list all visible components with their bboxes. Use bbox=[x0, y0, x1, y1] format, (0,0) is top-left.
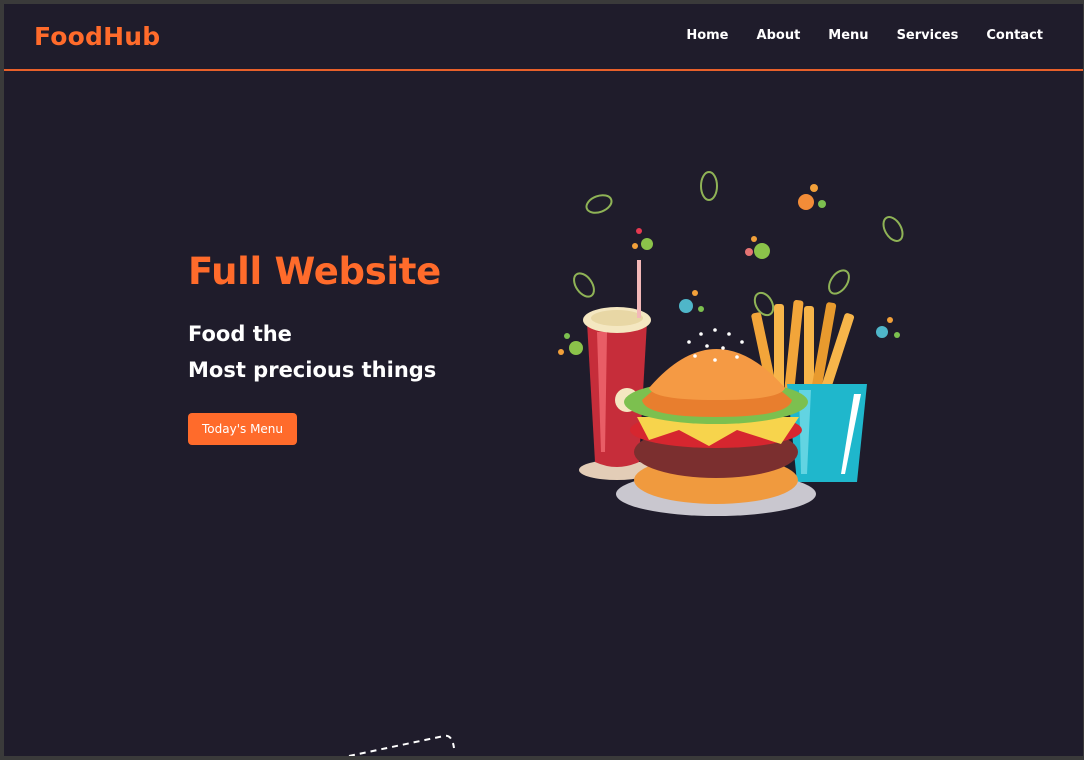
burger-fries-soda-illustration bbox=[558, 171, 904, 516]
hero-section: Full Website Food the Most precious thin… bbox=[188, 248, 441, 445]
burger bbox=[616, 328, 816, 516]
hero-subtitle-line-2: Most precious things bbox=[188, 358, 437, 382]
hero-title: Full Website bbox=[188, 250, 441, 293]
hero-subtitle: Food the Most precious things bbox=[188, 316, 441, 388]
nav-link-services[interactable]: Services bbox=[897, 28, 959, 43]
nav-link-about[interactable]: About bbox=[757, 28, 801, 43]
dashed-curve-decoration bbox=[348, 734, 455, 756]
nav-menu: Home About Menu Services Contact bbox=[686, 28, 1043, 43]
nav-link-menu[interactable]: Menu bbox=[828, 28, 868, 43]
hero-subtitle-line-1: Food the bbox=[188, 322, 292, 346]
page-frame: FoodHub Home About Menu Services Contact… bbox=[4, 4, 1083, 756]
nav-link-home[interactable]: Home bbox=[686, 28, 728, 43]
navbar: FoodHub Home About Menu Services Contact bbox=[4, 4, 1083, 71]
nav-link-contact[interactable]: Contact bbox=[986, 28, 1043, 43]
brand-logo[interactable]: FoodHub bbox=[34, 22, 160, 51]
todays-menu-button[interactable]: Today's Menu bbox=[188, 413, 298, 445]
